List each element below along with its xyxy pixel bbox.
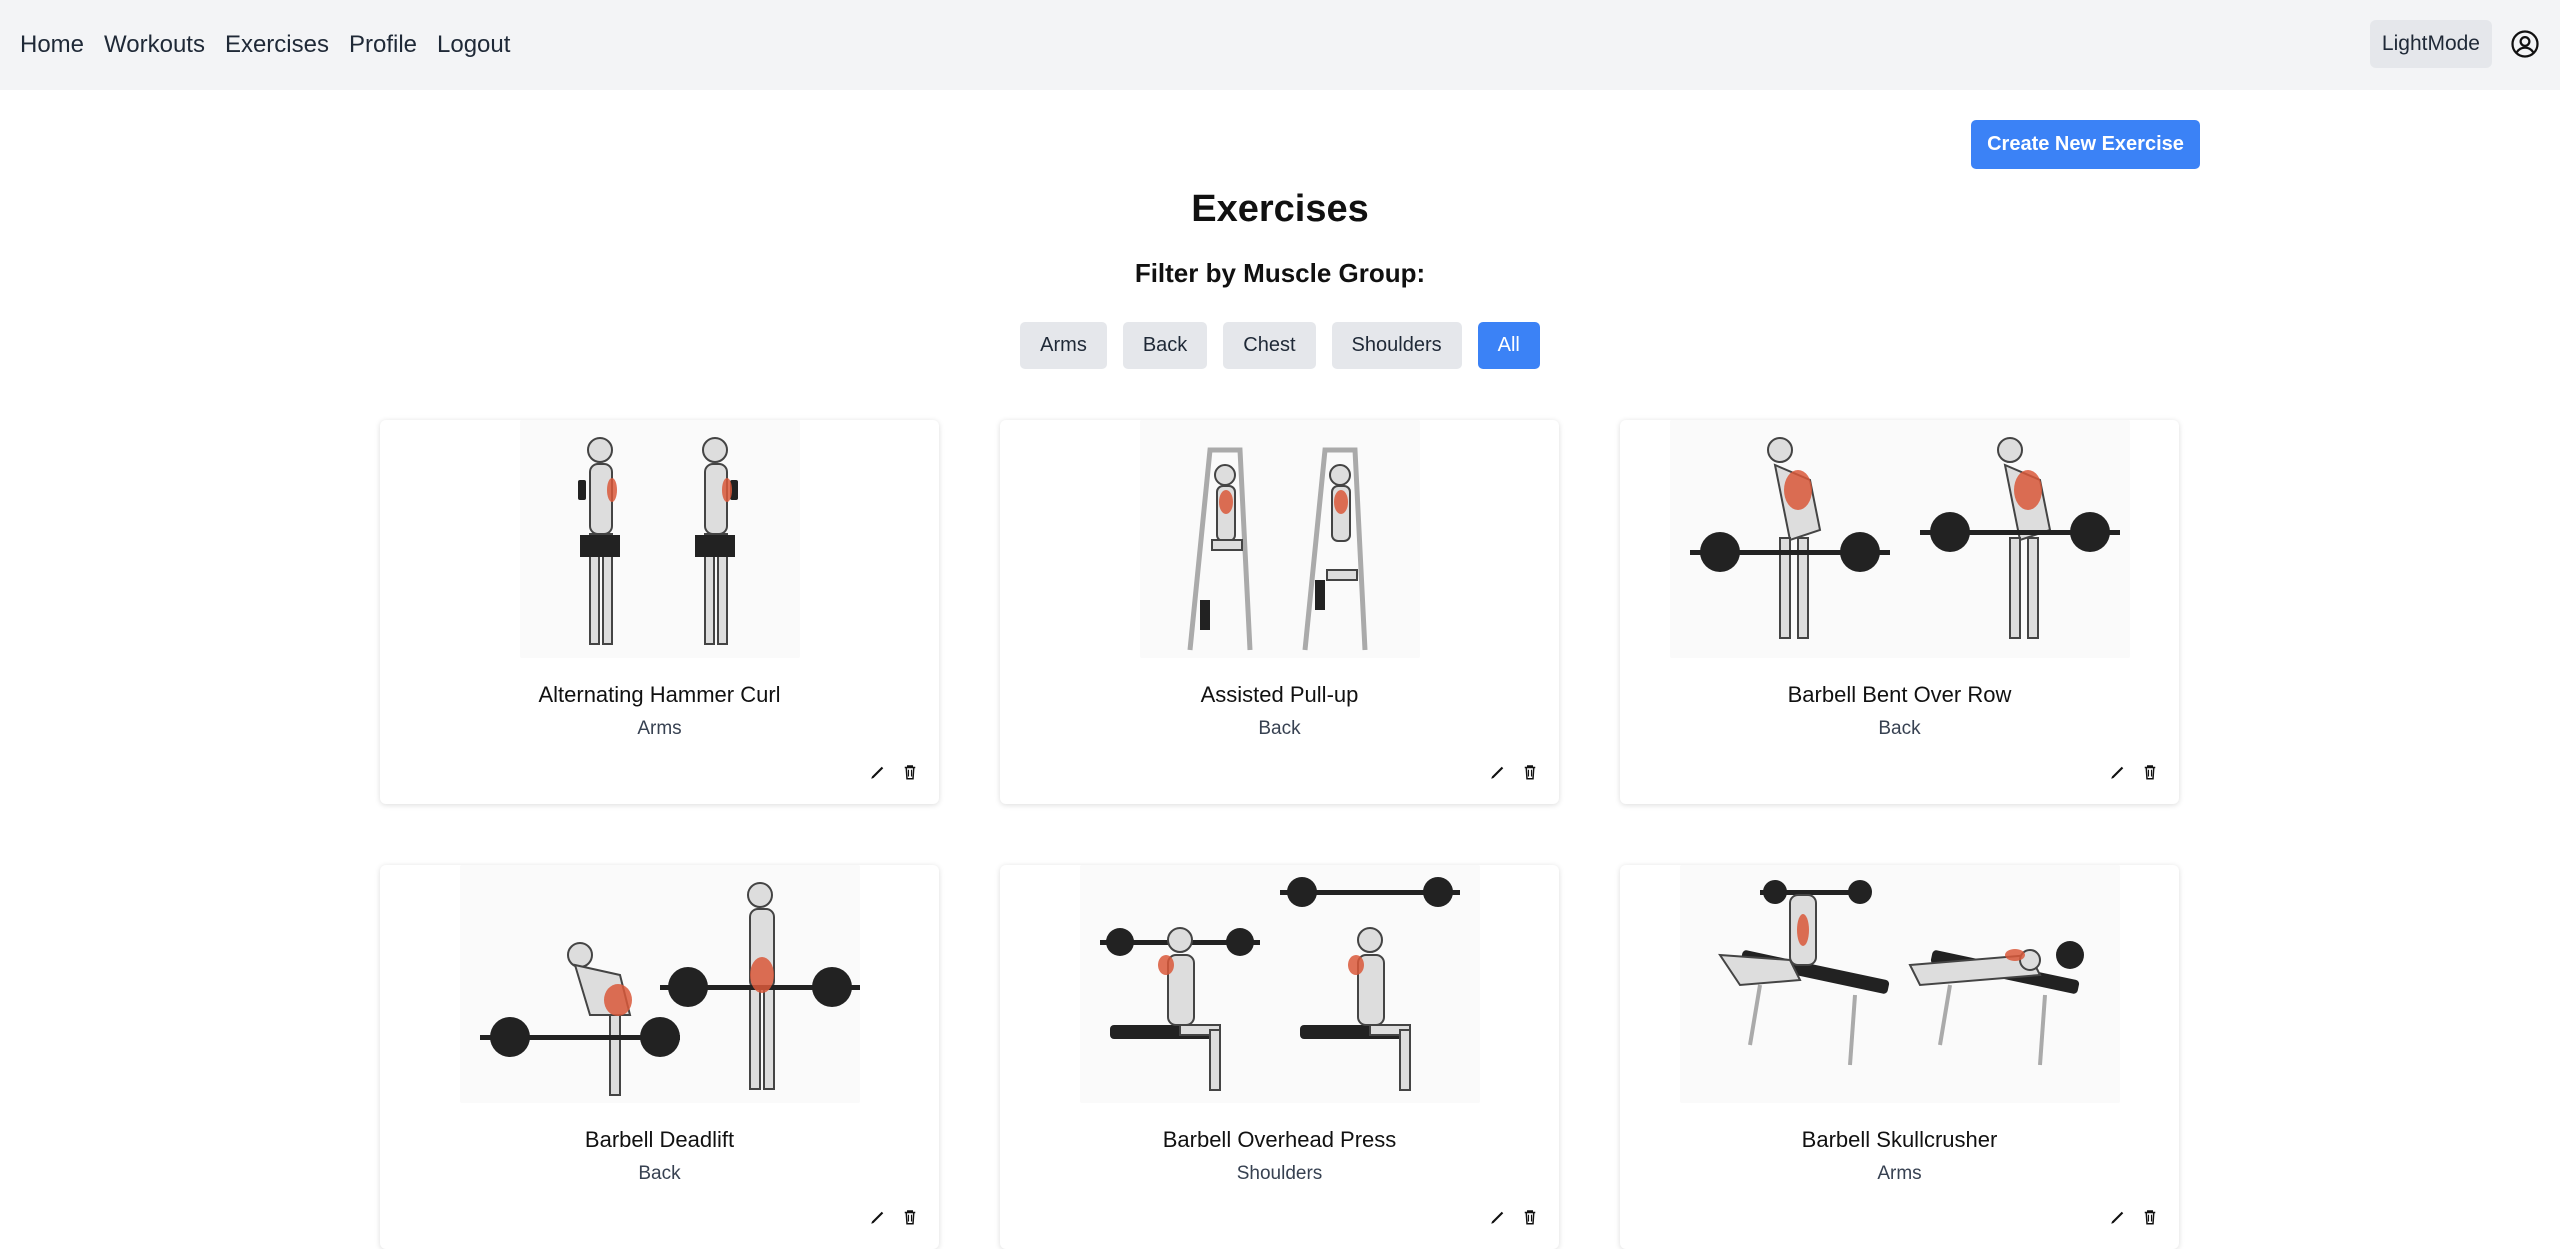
card-actions [2109,763,2159,781]
user-circle-icon[interactable] [2510,29,2540,59]
nav-links: Home Workouts Exercises Profile Logout [20,31,530,59]
trash-icon[interactable] [1521,1208,1539,1226]
exercise-card[interactable]: Barbell Deadlift Back [380,865,939,1249]
exercise-muscle-group: Arms [1877,1163,1922,1184]
exercise-image [1140,420,1420,658]
exercise-image [460,865,860,1103]
filter-arms-button[interactable]: Arms [1020,322,1107,369]
pencil-icon[interactable] [1489,763,1507,781]
trash-icon[interactable] [1521,763,1539,781]
exercise-name: Alternating Hammer Curl [538,682,781,707]
card-actions [1489,1208,1539,1226]
filter-shoulders-button[interactable]: Shoulders [1331,322,1462,369]
card-actions [1489,763,1539,781]
filter-back-button[interactable]: Back [1122,322,1208,369]
exercise-muscle-group: Shoulders [1236,1163,1323,1184]
theme-toggle-button[interactable]: LightMode [2369,20,2492,68]
exercise-name: Assisted Pull-up [1200,682,1359,707]
page-title: Exercises [1191,188,1369,230]
exercise-muscle-group: Arms [637,718,682,739]
trash-icon[interactable] [2141,763,2159,781]
exercise-name: Barbell Overhead Press [1162,1127,1397,1152]
exercise-image [1680,865,2120,1103]
exercise-name: Barbell Bent Over Row [1787,682,2012,707]
trash-icon[interactable] [901,763,919,781]
exercise-card[interactable]: Barbell Skullcrusher Arms [1620,865,2179,1249]
nav-logout-link[interactable]: Logout [437,31,510,59]
filter-label: Filter by Muscle Group: [1134,258,1426,288]
nav-exercises-link[interactable]: Exercises [225,31,329,59]
pencil-icon[interactable] [869,1208,887,1226]
top-navbar: Home Workouts Exercises Profile Logout L… [0,0,2560,90]
muscle-group-filters: Arms Back Chest Shoulders All [0,322,2560,369]
trash-icon[interactable] [2141,1208,2159,1226]
card-actions [869,1208,919,1226]
nav-profile-link[interactable]: Profile [349,31,417,59]
nav-home-link[interactable]: Home [20,31,84,59]
exercise-muscle-group: Back [638,1163,681,1184]
exercise-card[interactable]: Barbell Bent Over Row Back [1620,420,2179,804]
pencil-icon[interactable] [1489,1208,1507,1226]
exercise-muscle-group: Back [1878,718,1921,739]
pencil-icon[interactable] [2109,1208,2127,1226]
filter-chest-button[interactable]: Chest [1223,322,1316,369]
exercise-card[interactable]: Assisted Pull-up Back [1000,420,1559,804]
nav-right: LightMode [2369,20,2540,68]
card-actions [2109,1208,2159,1226]
trash-icon[interactable] [901,1208,919,1226]
nav-workouts-link[interactable]: Workouts [104,31,205,59]
pencil-icon[interactable] [2109,763,2127,781]
exercise-image [1080,865,1480,1103]
exercise-image [520,420,800,658]
exercise-name: Barbell Skullcrusher [1801,1127,1998,1152]
create-exercise-button[interactable]: Create New Exercise [1971,120,2200,169]
exercise-card[interactable]: Barbell Overhead Press Shoulders [1000,865,1559,1249]
exercise-card[interactable]: Alternating Hammer Curl Arms [380,420,939,804]
pencil-icon[interactable] [869,763,887,781]
filter-all-button[interactable]: All [1477,322,1540,369]
exercise-name: Barbell Deadlift [584,1127,735,1152]
exercise-image [1670,420,2130,658]
exercise-muscle-group: Back [1258,718,1301,739]
card-actions [869,763,919,781]
